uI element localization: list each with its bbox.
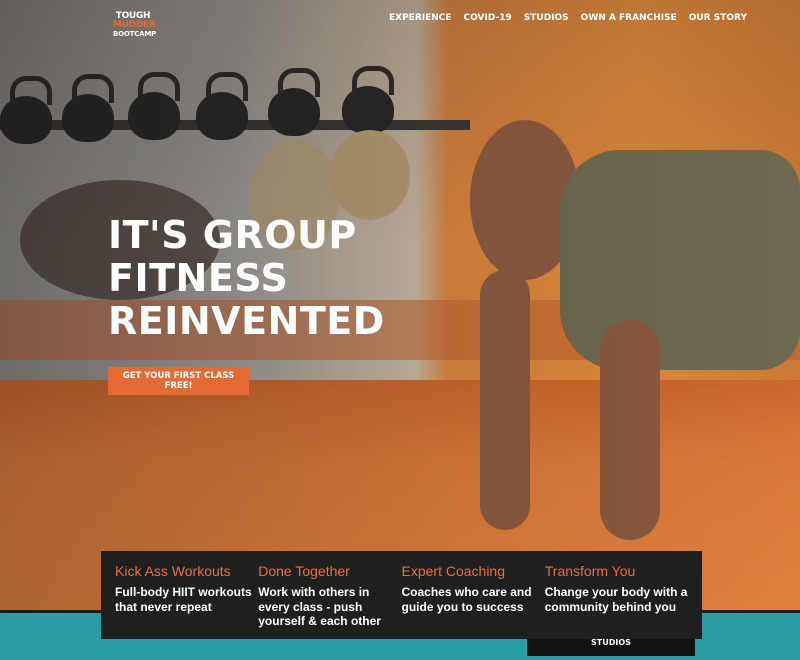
feature-title: Transform You [544,563,636,579]
feature-title: Expert Coaching [401,563,506,579]
feature-card: Done Together Work with others in every … [258,563,401,639]
nav-studios[interactable]: STUDIOS [524,13,569,23]
feature-card: Transform You Change your body with a co… [545,563,688,639]
hero-headline: IT'S GROUP FITNESS REINVENTED [108,214,385,343]
headline-line: IT'S GROUP [108,213,357,257]
feature-card: Expert Coaching Coaches who care and gui… [402,563,545,639]
feature-title: Done Together [258,563,350,579]
nav-covid-19[interactable]: COVID-19 [464,13,512,23]
feature-text: Coaches who care and guide you to succes… [401,585,532,614]
nav-our-story[interactable]: OUR STORY [689,13,747,23]
feature-title: Kick Ass Workouts [115,563,231,579]
headline-line: REINVENTED [108,299,385,343]
logo-text: BOOTCAMP [113,30,157,38]
feature-text: Full-body HIIT workouts that never repea… [115,585,252,614]
feature-text: Change your body with a community behind… [544,585,688,614]
free-class-button[interactable]: GET YOUR FIRST CLASS FREE! [108,367,249,395]
brand-logo[interactable]: TOUGH MUDDER BOOTCAMP [113,12,157,48]
nav-experience[interactable]: EXPERIENCE [389,13,452,23]
feature-text: Work with others in every class - push y… [258,585,381,628]
feature-card: Kick Ass Workouts Full-body HIIT workout… [115,563,258,639]
nav-own-a-franchise[interactable]: OWN A FRANCHISE [581,13,677,23]
logo-text: MUDDER [113,20,156,30]
features-strip: Kick Ass Workouts Full-body HIIT workout… [101,551,702,639]
main-nav: EXPERIENCE COVID-19 STUDIOS OWN A FRANCH… [389,13,747,23]
headline-line: FITNESS [108,256,289,300]
